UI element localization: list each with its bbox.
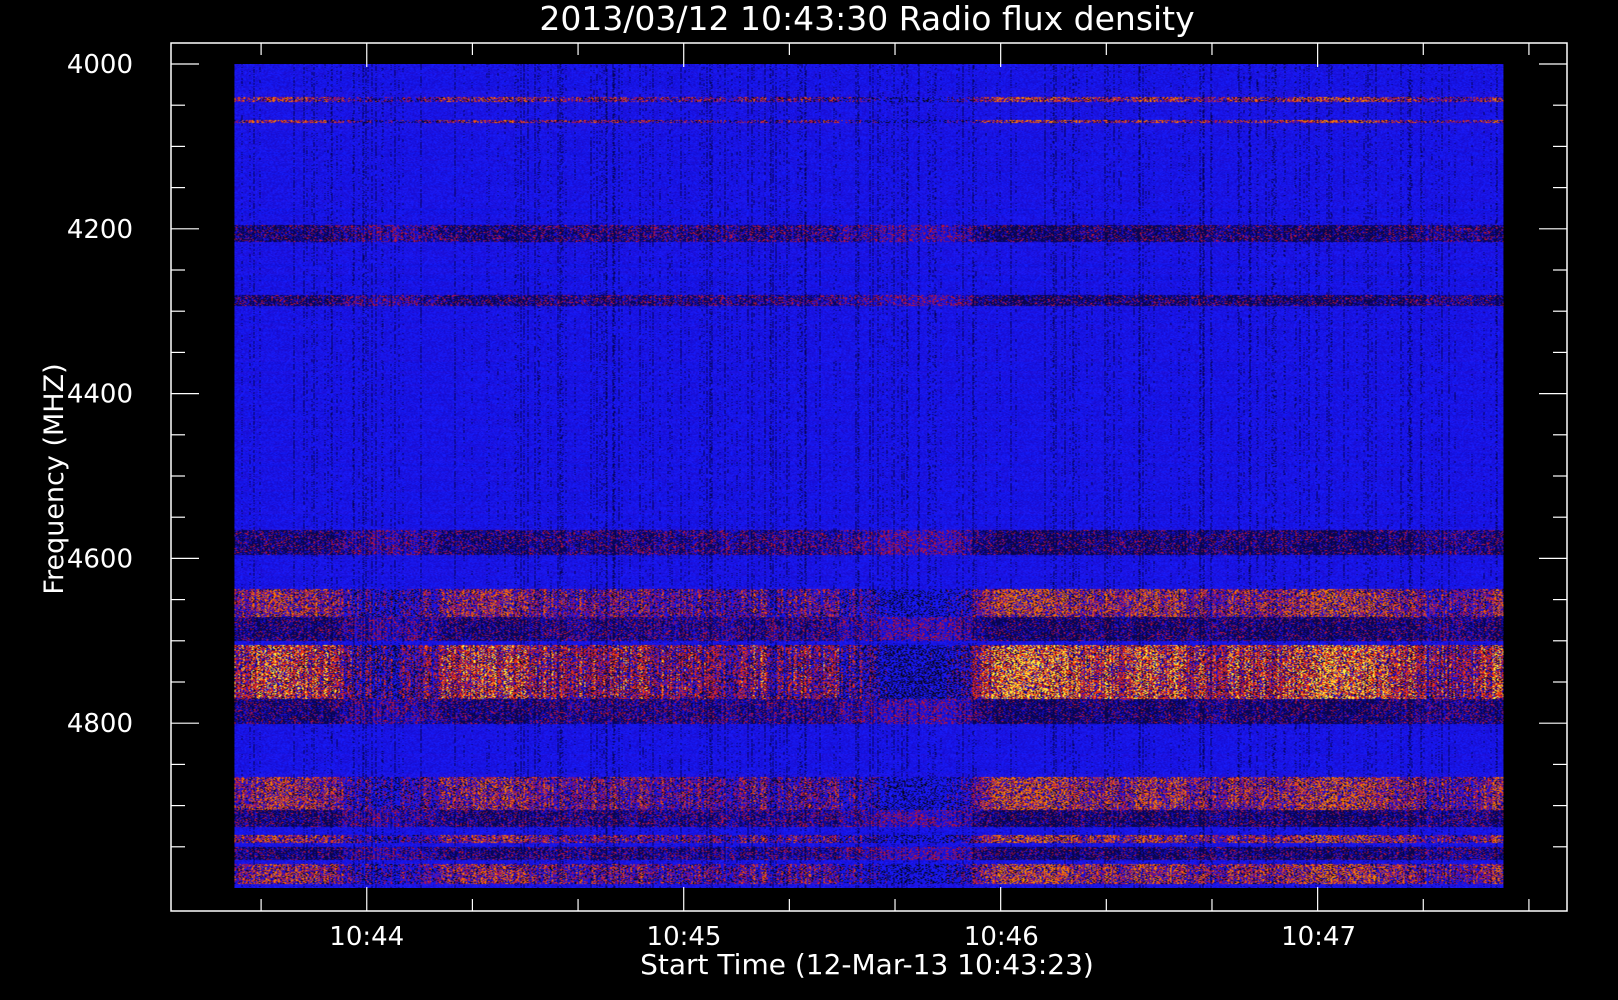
chart-title: 2013/03/12 10:43:30 Radio flux density <box>539 0 1194 38</box>
y-axis-label: Frequency (MHZ) <box>39 363 70 594</box>
y-tick-label: 4600 <box>67 544 133 574</box>
x-tick-label: 10:44 <box>329 922 404 952</box>
x-tick-label: 10:47 <box>1281 922 1356 952</box>
spectrogram-figure: 2013/03/12 10:43:30 Radio flux density 4… <box>0 0 1618 1000</box>
y-tick-label: 4800 <box>67 709 133 739</box>
y-tick-label: 4400 <box>67 380 133 410</box>
y-tick-label: 4000 <box>67 50 133 80</box>
y-tick-label: 4200 <box>67 215 133 245</box>
spectrogram-image <box>234 64 1504 888</box>
x-axis-label: Start Time (12-Mar-13 10:43:23) <box>640 948 1094 981</box>
spectrogram-heatmap <box>234 64 1504 888</box>
